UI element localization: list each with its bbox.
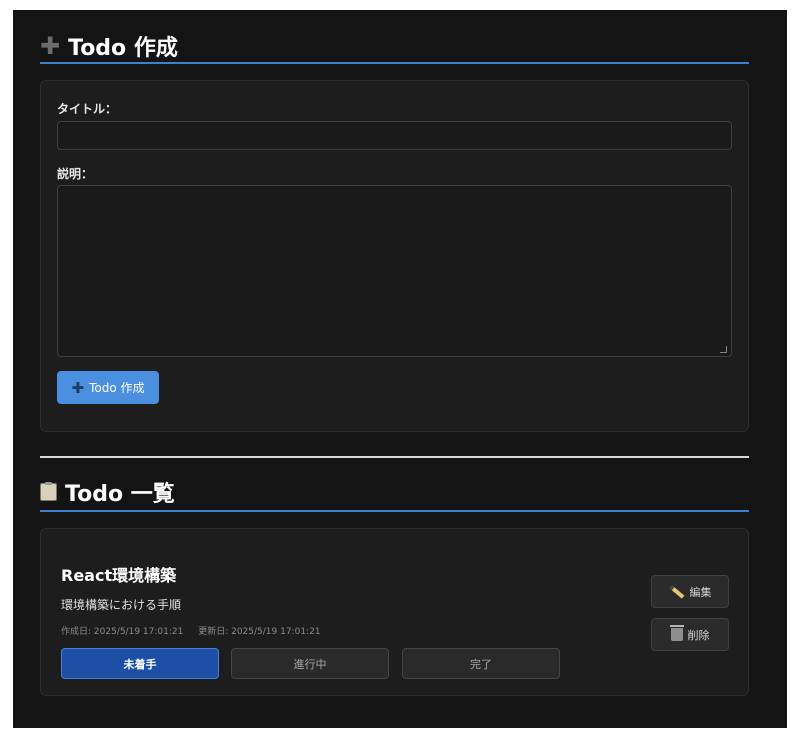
plus-icon: ✚ bbox=[40, 32, 61, 60]
edit-button[interactable]: 編集 bbox=[651, 575, 729, 608]
todo-description: 環境構築における手順 bbox=[61, 598, 182, 612]
create-section-title: Todo 作成 bbox=[68, 36, 178, 61]
clipboard-icon bbox=[40, 482, 57, 501]
status-button-done[interactable]: 完了 bbox=[402, 648, 560, 679]
create-todo-button[interactable]: ✚ Todo 作成 bbox=[57, 371, 159, 404]
todo-timestamps: 作成日: 2025/5/19 17:01:21 更新日: 2025/5/19 1… bbox=[61, 624, 321, 637]
status-button-in-progress[interactable]: 進行中 bbox=[231, 648, 389, 679]
list-section-title: Todo 一覧 bbox=[65, 482, 175, 507]
title-input[interactable] bbox=[57, 121, 732, 150]
description-label: 説明： bbox=[57, 167, 94, 181]
title-label: タイトル： bbox=[57, 102, 118, 116]
delete-button[interactable]: 削除 bbox=[651, 618, 729, 651]
updated-date: 更新日: 2025/5/19 17:01:21 bbox=[198, 627, 321, 637]
plus-icon: ✚ bbox=[71, 378, 85, 397]
description-textarea[interactable] bbox=[57, 185, 732, 357]
todo-title: React環境構築 bbox=[61, 566, 177, 585]
trash-icon bbox=[669, 625, 684, 641]
list-section-divider bbox=[40, 510, 749, 512]
app-container: ✚ Todo 作成 タイトル： 説明： ✚ Todo 作成 Todo 一覧 Re… bbox=[13, 10, 787, 728]
section-separator bbox=[40, 456, 749, 458]
edit-button-label: 編集 bbox=[689, 585, 712, 599]
delete-button-label: 削除 bbox=[687, 628, 710, 642]
create-section-divider bbox=[40, 62, 749, 64]
create-todo-button-label: Todo 作成 bbox=[89, 381, 145, 395]
todo-create-form: タイトル： 説明： ✚ Todo 作成 bbox=[40, 80, 749, 432]
create-section-heading: ✚ Todo 作成 bbox=[40, 30, 178, 62]
todo-item: React環境構築 環境構築における手順 作成日: 2025/5/19 17:0… bbox=[40, 528, 749, 696]
list-section-heading: Todo 一覧 bbox=[40, 476, 175, 508]
created-date: 作成日: 2025/5/19 17:01:21 bbox=[61, 627, 184, 637]
status-button-not-started[interactable]: 未着手 bbox=[61, 648, 219, 679]
pencil-icon bbox=[669, 584, 684, 599]
resize-handle[interactable] bbox=[720, 346, 727, 353]
